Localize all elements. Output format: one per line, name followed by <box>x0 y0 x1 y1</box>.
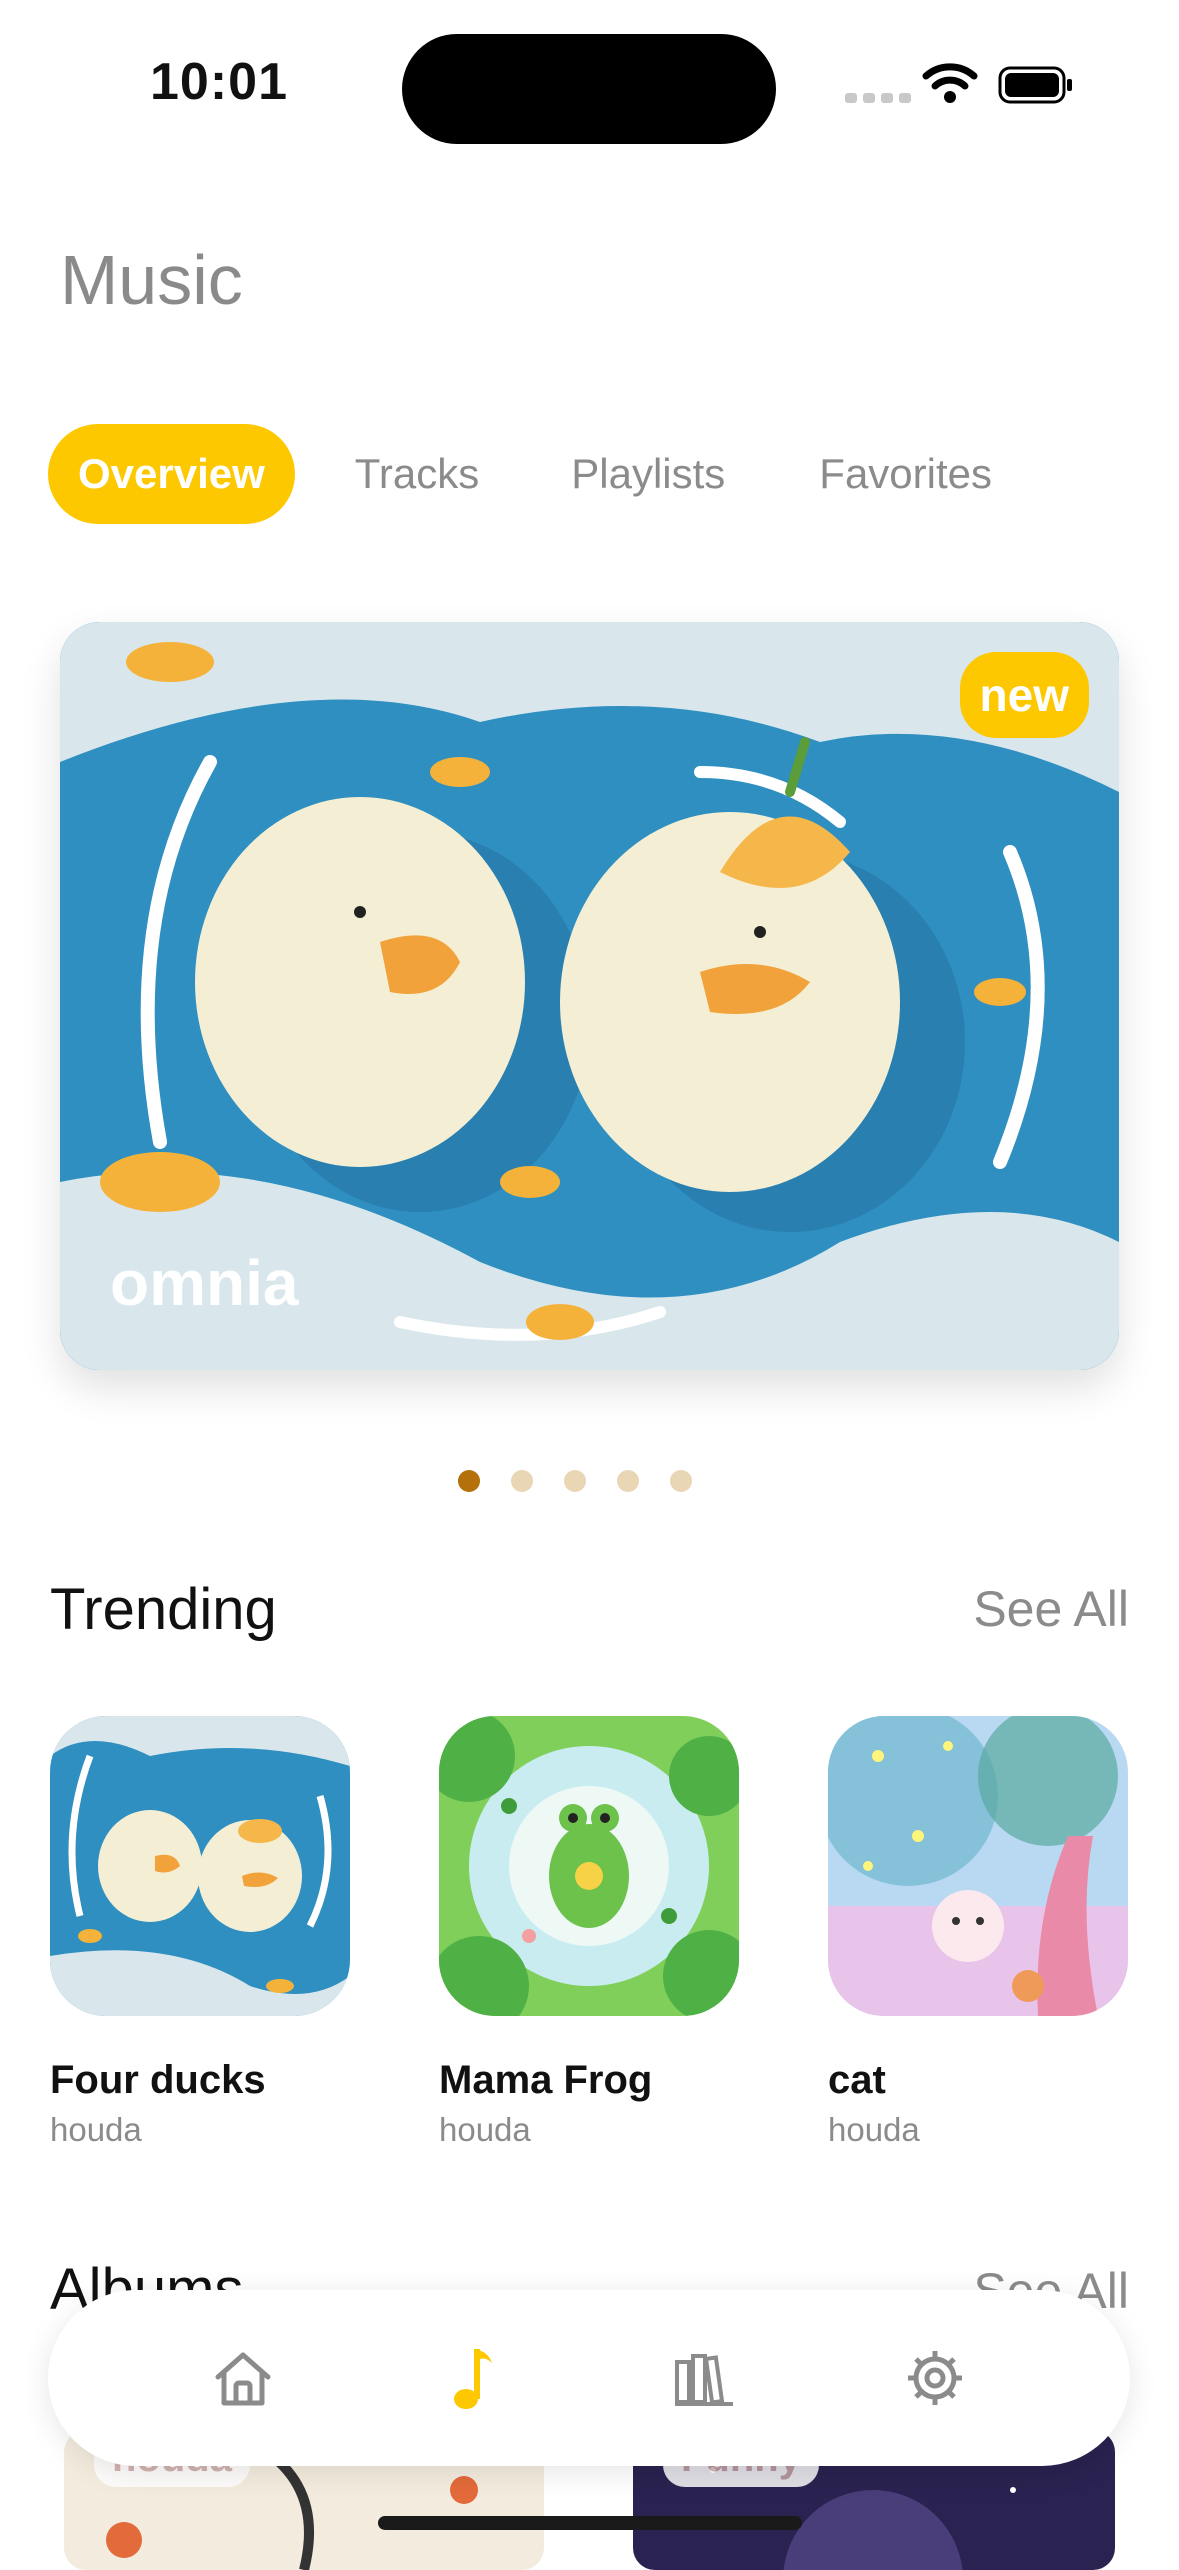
carousel-page-indicator[interactable] <box>458 1470 692 1492</box>
battery-icon <box>998 66 1074 104</box>
page-dot[interactable] <box>458 1470 480 1492</box>
page-dot[interactable] <box>564 1470 586 1492</box>
page-dot[interactable] <box>617 1470 639 1492</box>
trending-title: Trending <box>50 1577 277 1642</box>
tab-bar: Overview Tracks Playlists Favorites <box>48 424 1028 524</box>
bottom-navigation <box>48 2290 1130 2466</box>
track-artwork <box>50 1716 350 2016</box>
trending-card[interactable]: Four ducks houda <box>50 1716 350 2149</box>
featured-card[interactable]: new omnia <box>60 622 1119 1370</box>
music-note-icon[interactable] <box>439 2343 509 2413</box>
trending-see-all-link[interactable]: See All <box>973 1580 1129 1638</box>
track-title: Four ducks <box>50 2058 266 2102</box>
home-indicator[interactable] <box>378 2516 802 2530</box>
track-artist: houda <box>50 2111 142 2148</box>
track-artwork <box>439 1716 739 2016</box>
featured-caption: omnia <box>110 1247 299 1319</box>
new-badge: new <box>959 652 1089 738</box>
track-artwork <box>828 1716 1128 2016</box>
page-dot[interactable] <box>670 1470 692 1492</box>
trending-card[interactable]: cat houda <box>828 1716 1128 2149</box>
wifi-icon <box>922 60 978 109</box>
tab-playlists[interactable]: Playlists <box>535 424 761 524</box>
cellular-signal-icon <box>845 90 917 108</box>
trending-card[interactable]: Mama Frog houda <box>439 1716 739 2149</box>
page-dot[interactable] <box>511 1470 533 1492</box>
track-title: Mama Frog <box>439 2058 653 2102</box>
page-title: Music <box>60 241 243 319</box>
library-icon[interactable] <box>669 2343 739 2413</box>
track-artist: houda <box>439 2111 531 2148</box>
track-title: cat <box>828 2058 886 2102</box>
tab-tracks[interactable]: Tracks <box>319 424 515 524</box>
home-icon[interactable] <box>208 2343 278 2413</box>
status-time: 10:01 <box>150 53 288 111</box>
dynamic-island <box>402 34 776 144</box>
gear-icon[interactable] <box>900 2343 970 2413</box>
tab-overview[interactable]: Overview <box>48 424 295 524</box>
tab-favorites[interactable]: Favorites <box>783 424 1028 524</box>
track-artist: houda <box>828 2111 920 2148</box>
